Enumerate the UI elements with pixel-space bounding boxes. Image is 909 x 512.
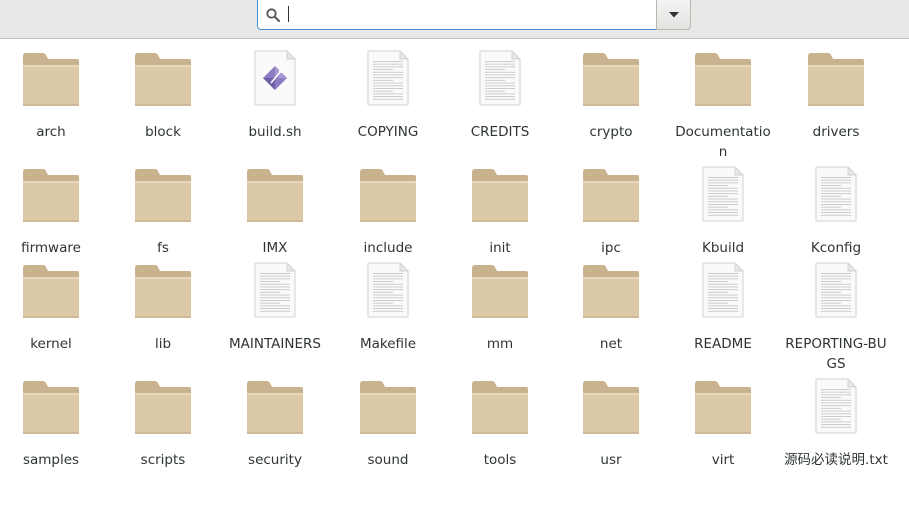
item-label: Kconfig: [810, 240, 862, 256]
item-label: COPYING: [357, 124, 419, 140]
item-label: mm: [486, 336, 514, 352]
item-label: Makefile: [359, 336, 417, 352]
folder-icon: [135, 262, 191, 318]
item-label: CREDITS: [470, 124, 530, 140]
folder-icon: [360, 166, 416, 222]
text-file-icon: [360, 262, 416, 318]
folder-icon: [695, 50, 751, 106]
search-icon: [266, 7, 280, 22]
folder-icon: [135, 378, 191, 434]
file-manager-window: arch block build.sh COPYING CREDITS crypto Doc…: [0, 0, 909, 512]
folder-icon: [23, 50, 79, 106]
text-file-icon: [247, 262, 303, 318]
item-label: Kbuild: [701, 240, 745, 256]
item-label: fs: [157, 240, 169, 256]
folder-icon: [247, 166, 303, 222]
text-file-icon: [695, 166, 751, 222]
item-label: build.sh: [248, 124, 302, 140]
item-label: tools: [483, 452, 517, 468]
folder-icon: [695, 378, 751, 434]
folder-icon: [583, 50, 639, 106]
search-bar: [0, 0, 909, 39]
folder-icon: [583, 166, 639, 222]
folder-icon: [135, 166, 191, 222]
item-label: init: [489, 240, 511, 256]
folder-icon: [808, 50, 864, 106]
item-label: REPORTING-BUGS: [785, 336, 887, 372]
chevron-down-icon: [669, 12, 679, 18]
item-label: README: [694, 336, 752, 352]
item-label: samples: [22, 452, 80, 468]
item-label: 源码必读说明.txt: [784, 452, 888, 468]
text-file-icon: [808, 378, 864, 434]
item-label: security: [248, 452, 302, 468]
item-label: sound: [367, 452, 409, 468]
file-icon-grid: arch block build.sh COPYING CREDITS crypto Doc…: [0, 39, 909, 512]
folder-icon: [23, 378, 79, 434]
text-file-icon: [472, 50, 528, 106]
item-label: block: [145, 124, 181, 140]
folder-icon: [135, 50, 191, 106]
item-label: scripts: [140, 452, 186, 468]
text-file-icon: [808, 262, 864, 318]
text-file-icon: [808, 166, 864, 222]
item-label: Documentation: [675, 124, 771, 160]
folder-icon: [472, 166, 528, 222]
item-label: virt: [711, 452, 735, 468]
text-file-icon: [360, 50, 416, 106]
item-label: net: [599, 336, 623, 352]
item-label: IMX: [262, 240, 288, 256]
folder-icon: [472, 378, 528, 434]
search-options-button[interactable]: [656, 0, 691, 30]
item-label: crypto: [589, 124, 633, 140]
item-label: include: [363, 240, 413, 256]
item-label: firmware: [21, 240, 81, 256]
item-label: arch: [36, 124, 66, 140]
item-label: kernel: [30, 336, 72, 352]
folder-icon: [23, 262, 79, 318]
folder-icon: [583, 378, 639, 434]
folder-icon: [23, 166, 79, 222]
item-label: drivers: [812, 124, 860, 140]
search-entry[interactable]: [257, 0, 657, 30]
search-input[interactable]: [286, 4, 646, 24]
shell-script-icon: [247, 50, 303, 106]
text-file-icon: [695, 262, 751, 318]
text-caret: [288, 6, 289, 22]
folder-icon: [583, 262, 639, 318]
folder-icon: [360, 378, 416, 434]
folder-icon: [247, 378, 303, 434]
item-label: ipc: [601, 240, 621, 256]
item-label: MAINTAINERS: [229, 336, 321, 352]
item-label: lib: [154, 336, 172, 352]
item-label: usr: [600, 452, 622, 468]
folder-icon: [472, 262, 528, 318]
